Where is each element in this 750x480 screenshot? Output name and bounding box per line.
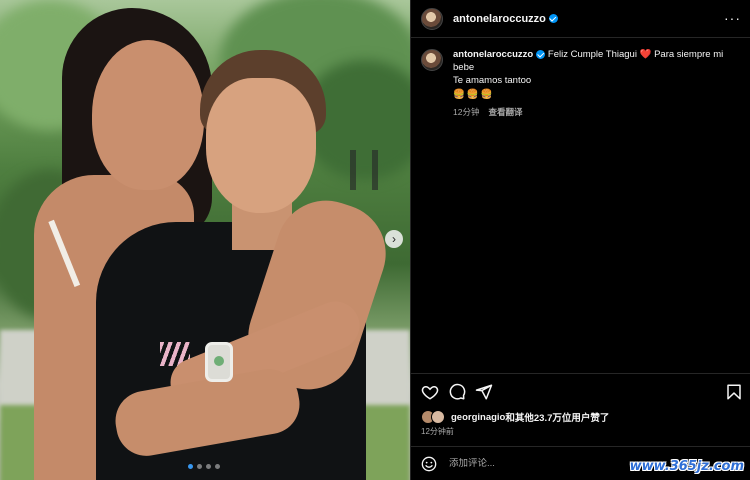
caption-line-2: Te amamos tantoo: [453, 75, 532, 86]
caption-time: 12分钟: [453, 107, 480, 117]
caption-emojis: 🍔🍔🍔: [453, 89, 495, 100]
carousel-dot: [188, 464, 193, 469]
caption-meta: 12分钟 查看翻译: [453, 106, 741, 119]
boy-face: [206, 78, 316, 213]
heart-emoji: ❤️: [639, 49, 652, 60]
smartwatch: [205, 342, 233, 382]
verified-badge-icon: [536, 49, 546, 59]
carousel-dot: [206, 464, 211, 469]
send-icon[interactable]: [475, 383, 493, 401]
carousel-dots: [188, 464, 220, 469]
verified-badge-icon: [548, 14, 558, 23]
more-horizontal-icon[interactable]: ···: [724, 11, 741, 25]
heart-icon[interactable]: [421, 383, 439, 401]
avatar[interactable]: [421, 49, 443, 71]
woman-face: [92, 40, 204, 190]
caption-username[interactable]: antonelaroccuzzo: [453, 49, 533, 60]
caption-comment: antonelaroccuzzo Feliz Cumple Thiagui ❤️…: [421, 48, 741, 119]
avatar[interactable]: [421, 7, 443, 30]
carousel-dot: [215, 464, 220, 469]
comment-input[interactable]: [449, 458, 599, 469]
post-photo[interactable]: ›: [0, 0, 410, 480]
liker-username[interactable]: georginagio: [451, 412, 505, 423]
likes-count-text[interactable]: 和其他23.7万位用户赞了: [505, 410, 609, 424]
caption-body: antonelaroccuzzo Feliz Cumple Thiagui ❤️…: [453, 48, 741, 119]
caption-text: Feliz Cumple Thiagui: [547, 49, 637, 60]
bookmark-icon[interactable]: [725, 383, 743, 401]
translate-link[interactable]: 查看翻译: [488, 107, 522, 117]
carousel-dot: [197, 464, 202, 469]
action-bar: [411, 373, 750, 409]
chevron-right-icon[interactable]: ›: [385, 230, 403, 248]
smiley-icon[interactable]: [421, 456, 437, 472]
avatar: [431, 410, 445, 424]
watermark-text: www.365jz.com: [629, 459, 744, 474]
post-timestamp[interactable]: 12分钟前: [421, 426, 454, 437]
fence-post: [350, 150, 356, 190]
likes-summary: georginagio 和其他23.7万位用户赞了: [421, 410, 609, 424]
fence-post: [372, 150, 378, 190]
post-header: antonelaroccuzzo ···: [411, 0, 750, 38]
liker-avatars: [421, 410, 447, 424]
post-side-panel: antonelaroccuzzo ··· antonelaroccuzzo Fe…: [410, 0, 750, 480]
comment-icon[interactable]: [448, 383, 466, 401]
header-username[interactable]: antonelaroccuzzo: [453, 13, 546, 25]
